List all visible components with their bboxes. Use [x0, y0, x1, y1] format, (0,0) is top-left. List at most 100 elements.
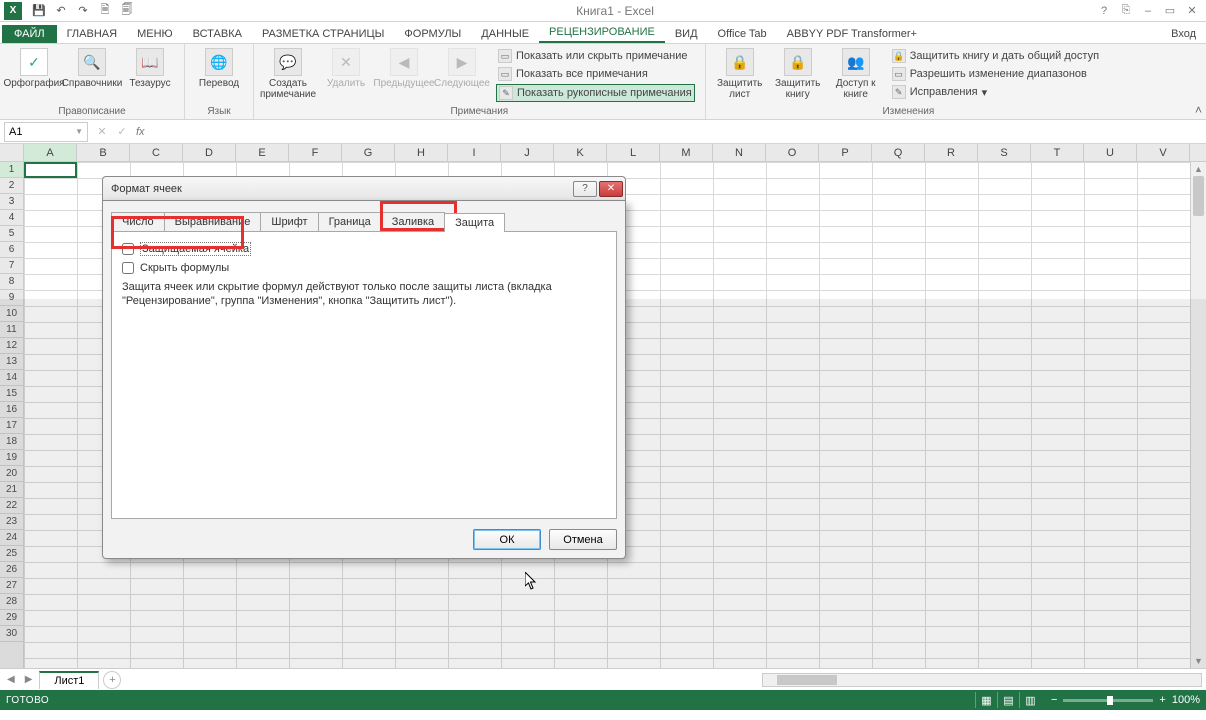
help-icon[interactable]: ? [1094, 3, 1114, 19]
ribbon-tab-разметка страницы[interactable]: РАЗМЕТКА СТРАНИЦЫ [252, 25, 394, 43]
dialog-tab-4[interactable]: Заливка [381, 212, 445, 231]
redo-icon[interactable]: ↷ [74, 2, 92, 20]
scroll-up-icon[interactable]: ▲ [1191, 162, 1206, 176]
protect-sheet-button[interactable]: 🔒Защитить лист [712, 46, 768, 102]
dialog-tab-2[interactable]: Шрифт [260, 212, 318, 231]
ribbon-tab-данные[interactable]: ДАННЫЕ [471, 25, 539, 43]
column-header-C[interactable]: C [130, 144, 183, 161]
normal-view-icon[interactable]: ▦ [975, 692, 997, 708]
zoom-slider[interactable] [1063, 699, 1153, 702]
dialog-tab-1[interactable]: Выравнивание [164, 212, 262, 231]
row-header-3[interactable]: 3 [0, 194, 23, 210]
column-header-T[interactable]: T [1031, 144, 1084, 161]
row-header-11[interactable]: 11 [0, 322, 23, 338]
sign-in[interactable]: Вход [1161, 25, 1206, 43]
row-header-6[interactable]: 6 [0, 242, 23, 258]
locked-checkbox-row[interactable]: Защищаемая ячейка [122, 242, 606, 256]
dialog-tab-0[interactable]: Число [111, 212, 165, 231]
protect-workbook-button[interactable]: 🔒Защитить книгу [770, 46, 826, 102]
ribbon-tab-вставка[interactable]: ВСТАВКА [183, 25, 252, 43]
row-header-12[interactable]: 12 [0, 338, 23, 354]
column-header-H[interactable]: H [395, 144, 448, 161]
track-changes-button[interactable]: ✎Исправления ▾ [890, 84, 1101, 100]
ribbon-tab-office-tab[interactable]: Office Tab [708, 25, 777, 43]
horizontal-scrollbar[interactable] [762, 673, 1202, 687]
dialog-help-icon[interactable]: ? [573, 181, 597, 197]
collapse-ribbon-icon[interactable]: ˄ [1195, 103, 1202, 117]
dialog-close-icon[interactable]: ✕ [599, 181, 623, 197]
column-header-M[interactable]: M [660, 144, 713, 161]
column-header-D[interactable]: D [183, 144, 236, 161]
column-header-A[interactable]: A [24, 144, 77, 161]
hidden-checkbox[interactable] [122, 262, 134, 274]
row-header-20[interactable]: 20 [0, 466, 23, 482]
row-header-28[interactable]: 28 [0, 594, 23, 610]
row-header-25[interactable]: 25 [0, 546, 23, 562]
row-header-1[interactable]: 1 [0, 162, 23, 178]
row-header-23[interactable]: 23 [0, 514, 23, 530]
row-header-26[interactable]: 26 [0, 562, 23, 578]
row-header-5[interactable]: 5 [0, 226, 23, 242]
row-header-8[interactable]: 8 [0, 274, 23, 290]
undo-icon[interactable]: ↶ [52, 2, 70, 20]
spelling-button[interactable]: ✓Орфография [6, 46, 62, 91]
column-header-G[interactable]: G [342, 144, 395, 161]
hidden-checkbox-row[interactable]: Скрыть формулы [122, 262, 606, 274]
row-header-22[interactable]: 22 [0, 498, 23, 514]
close-icon[interactable]: ✕ [1182, 3, 1202, 19]
column-header-B[interactable]: B [77, 144, 130, 161]
minimize-icon[interactable]: – [1138, 3, 1158, 19]
cancel-button[interactable]: Отмена [549, 529, 617, 550]
select-all-corner[interactable] [0, 144, 24, 161]
column-header-O[interactable]: O [766, 144, 819, 161]
show-ink-button[interactable]: ✎Показать рукописные примечания [496, 84, 695, 102]
column-header-K[interactable]: K [554, 144, 607, 161]
print-icon[interactable]: 🗐 [118, 2, 136, 20]
row-header-2[interactable]: 2 [0, 178, 23, 194]
file-tab[interactable]: ФАЙЛ [2, 25, 57, 43]
row-header-21[interactable]: 21 [0, 482, 23, 498]
ribbon-tab-формулы[interactable]: ФОРМУЛЫ [394, 25, 471, 43]
column-header-N[interactable]: N [713, 144, 766, 161]
dialog-tab-3[interactable]: Граница [318, 212, 382, 231]
allow-edit-ranges-button[interactable]: ▭Разрешить изменение диапазонов [890, 66, 1101, 82]
name-box[interactable]: A1▼ [4, 122, 88, 142]
ribbon-tab-вид[interactable]: ВИД [665, 25, 708, 43]
row-header-10[interactable]: 10 [0, 306, 23, 322]
column-header-I[interactable]: I [448, 144, 501, 161]
column-header-R[interactable]: R [925, 144, 978, 161]
hscroll-thumb[interactable] [777, 675, 837, 685]
page-break-view-icon[interactable]: ▥ [1019, 692, 1041, 708]
column-header-P[interactable]: P [819, 144, 872, 161]
row-header-24[interactable]: 24 [0, 530, 23, 546]
formula-input[interactable] [149, 122, 1206, 142]
new-icon[interactable]: 🗎 [96, 2, 114, 20]
translate-button[interactable]: 🌐Перевод [191, 46, 247, 91]
sheet-nav-next-icon[interactable]: ▶ [22, 674, 36, 685]
ok-button[interactable]: ОК [473, 529, 541, 550]
new-comment-button[interactable]: 💬Создать примечание [260, 46, 316, 102]
row-header-14[interactable]: 14 [0, 370, 23, 386]
thesaurus-button[interactable]: 📖Тезаурус [122, 46, 178, 91]
row-header-4[interactable]: 4 [0, 210, 23, 226]
row-header-9[interactable]: 9 [0, 290, 23, 306]
protect-and-share-button[interactable]: 🔒Защитить книгу и дать общий доступ [890, 48, 1101, 64]
row-header-19[interactable]: 19 [0, 450, 23, 466]
save-icon[interactable]: 💾 [30, 2, 48, 20]
add-sheet-icon[interactable]: + [103, 671, 121, 689]
zoom-in-icon[interactable]: + [1159, 694, 1165, 706]
scroll-thumb[interactable] [1193, 176, 1204, 216]
row-header-29[interactable]: 29 [0, 610, 23, 626]
row-header-15[interactable]: 15 [0, 386, 23, 402]
row-header-17[interactable]: 17 [0, 418, 23, 434]
show-all-comments-button[interactable]: ▭Показать все примечания [496, 66, 695, 82]
row-header-16[interactable]: 16 [0, 402, 23, 418]
column-header-E[interactable]: E [236, 144, 289, 161]
sheet-nav-prev-icon[interactable]: ◀ [4, 674, 18, 685]
show-hide-comment-button[interactable]: ▭Показать или скрыть примечание [496, 48, 695, 64]
zoom-out-icon[interactable]: − [1051, 694, 1057, 706]
row-header-7[interactable]: 7 [0, 258, 23, 274]
dialog-titlebar[interactable]: Формат ячеек ? ✕ [102, 176, 626, 200]
ribbon-tab-abbyy-pdf-transformer+[interactable]: ABBYY PDF Transformer+ [777, 25, 927, 43]
column-header-L[interactable]: L [607, 144, 660, 161]
